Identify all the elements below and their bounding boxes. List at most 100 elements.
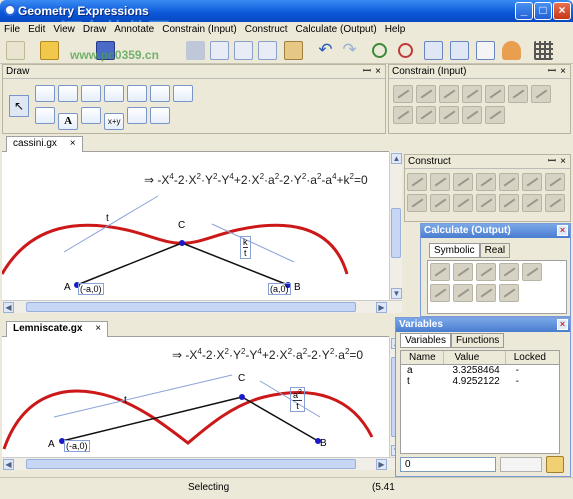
equation-constraint-icon[interactable]: [393, 106, 413, 124]
variable-value-input[interactable]: 0: [400, 457, 496, 472]
panel-close-icon[interactable]: ×: [560, 155, 566, 169]
tab-functions[interactable]: Functions: [450, 333, 505, 348]
angle-bisector-icon[interactable]: [476, 173, 497, 191]
calc-angle-icon[interactable]: [453, 263, 474, 281]
minimize-button[interactable]: _: [515, 2, 533, 20]
pin-icon[interactable]: ꟷ: [363, 65, 371, 79]
circle-pair-icon[interactable]: [173, 85, 194, 102]
tab-close-icon[interactable]: ×: [70, 138, 76, 149]
scroll-up-icon[interactable]: ▲: [391, 153, 402, 164]
distance-constraint-icon[interactable]: [393, 85, 413, 103]
zoom-out-icon[interactable]: [398, 43, 413, 58]
tab-variables[interactable]: Variables: [400, 333, 451, 348]
scroll-right-icon[interactable]: ▶: [376, 459, 387, 470]
select-arrow-icon[interactable]: ↖: [9, 95, 29, 117]
polygon-construct-icon[interactable]: [407, 194, 427, 212]
close-button[interactable]: ×: [553, 2, 571, 20]
ellipse-icon[interactable]: [150, 107, 171, 124]
variable-slider[interactable]: [500, 457, 542, 472]
lemniscate-canvas[interactable]: ⇒ -X4-2·X2·Y2-Y4+2·X2·a2-2·Y2·a2=0 A (-a…: [2, 337, 389, 457]
incident-constraint-icon[interactable]: [416, 106, 437, 124]
paste-icon[interactable]: [284, 41, 303, 60]
scroll-thumb[interactable]: [391, 208, 401, 258]
copy-image-icon[interactable]: [234, 41, 253, 60]
zoom-in-icon[interactable]: [372, 43, 387, 58]
calc-radius-icon[interactable]: [499, 284, 520, 302]
hscroll-thumb[interactable]: [26, 302, 356, 312]
reflection-icon[interactable]: [453, 194, 474, 212]
menu-file[interactable]: File: [0, 22, 24, 35]
scroll-left-icon[interactable]: ◀: [3, 302, 14, 313]
calc-area-icon[interactable]: [476, 263, 497, 281]
cassini-hscroll[interactable]: ◀ ▶: [2, 300, 402, 313]
menu-annotate[interactable]: Annotate: [110, 22, 158, 35]
col-value[interactable]: Value: [444, 351, 506, 364]
calc-slope-icon[interactable]: [499, 263, 520, 281]
calc-coordinates-icon[interactable]: [430, 284, 450, 302]
panel-close-icon[interactable]: ×: [557, 319, 568, 330]
parallel-icon[interactable]: [499, 173, 520, 191]
zoom-window-icon[interactable]: [450, 41, 469, 60]
cut-icon[interactable]: [186, 41, 205, 60]
grid-icon[interactable]: [534, 41, 553, 60]
point-C[interactable]: [239, 394, 245, 400]
pin-icon[interactable]: ꟷ: [548, 155, 556, 169]
new-file-icon[interactable]: [6, 41, 25, 60]
curve-icon[interactable]: [545, 194, 566, 212]
tab-real[interactable]: Real: [479, 243, 511, 258]
angle-constraint-icon[interactable]: [439, 85, 460, 103]
tab-cassini[interactable]: cassini.gx ×: [6, 136, 83, 152]
panel-close-icon[interactable]: ×: [557, 225, 568, 236]
redo-icon[interactable]: ↷: [340, 41, 359, 60]
zoom-fit-icon[interactable]: [424, 41, 443, 60]
line-segment-icon[interactable]: [35, 85, 55, 102]
menu-draw[interactable]: Draw: [79, 22, 110, 35]
intersection-icon[interactable]: [430, 173, 451, 191]
locus-icon[interactable]: [545, 173, 566, 191]
table-row[interactable]: a 3.3258464 -: [401, 365, 559, 376]
menu-constrain[interactable]: Constrain (Input): [158, 22, 240, 35]
lemniscate-hscroll[interactable]: ◀ ▶: [2, 457, 402, 470]
maximize-button[interactable]: □: [534, 2, 552, 20]
function-icon[interactable]: x+y: [104, 113, 125, 130]
parallel-constraint-icon[interactable]: [485, 85, 506, 103]
scroll-right-icon[interactable]: ▶: [376, 302, 387, 313]
table-row[interactable]: t 4.9252122 -: [401, 376, 559, 387]
calc-equation-icon[interactable]: [522, 263, 543, 281]
menu-help[interactable]: Help: [381, 22, 410, 35]
zoom-page-icon[interactable]: [476, 41, 495, 60]
point-C[interactable]: [179, 240, 185, 246]
edit-icon[interactable]: [81, 107, 102, 124]
panel-close-icon[interactable]: ×: [560, 65, 566, 79]
arc-icon[interactable]: [150, 85, 171, 102]
calc-parametric-icon[interactable]: [453, 284, 474, 302]
perpendicular-constraint-icon[interactable]: [508, 85, 529, 103]
menu-edit[interactable]: Edit: [24, 22, 49, 35]
cassini-canvas[interactable]: ⇒ -X4-2·X2·Y2-Y4+2·X2·a2-2·Y2·a2-a4+k2=0…: [2, 152, 389, 300]
direction-constraint-icon[interactable]: [462, 85, 483, 103]
infinite-line-icon[interactable]: [58, 85, 79, 102]
text-icon[interactable]: A: [58, 113, 79, 130]
tangent-icon[interactable]: [522, 173, 543, 191]
coordinate-constraint-icon[interactable]: [531, 85, 552, 103]
menu-calculate[interactable]: Calculate (Output): [292, 22, 381, 35]
undo-icon[interactable]: ↶: [316, 41, 335, 60]
pan-hand-icon[interactable]: [502, 41, 521, 60]
circle-icon[interactable]: [35, 107, 55, 124]
congruent-constraint-icon[interactable]: [462, 106, 483, 124]
calc-vector-icon[interactable]: [476, 284, 497, 302]
rotation-icon[interactable]: [476, 194, 497, 212]
menu-construct[interactable]: Construct: [241, 22, 292, 35]
tangent-constraint-icon[interactable]: [439, 106, 460, 124]
panel-close-icon[interactable]: ×: [375, 65, 381, 79]
col-locked[interactable]: Locked: [506, 351, 559, 364]
perpendicular-icon[interactable]: [453, 173, 474, 191]
scroll-left-icon[interactable]: ◀: [3, 459, 14, 470]
copy-special-icon[interactable]: [258, 41, 277, 60]
calc-distance-icon[interactable]: [430, 263, 450, 281]
scroll-down-icon[interactable]: ▼: [391, 288, 402, 299]
col-name[interactable]: Name: [401, 351, 445, 364]
triangle-icon[interactable]: [127, 85, 148, 102]
circle-3pt-icon[interactable]: [430, 194, 451, 212]
dilation-icon[interactable]: [522, 194, 543, 212]
